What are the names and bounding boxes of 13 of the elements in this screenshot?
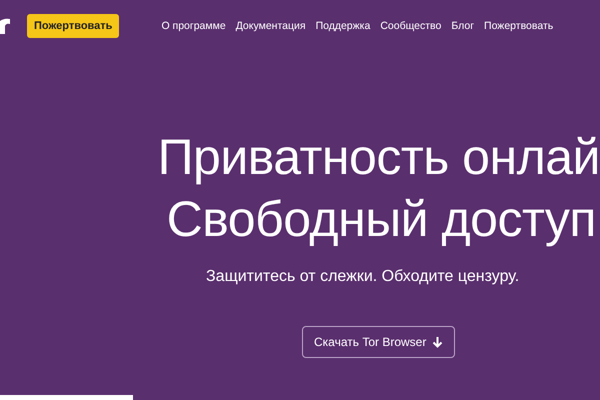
- headline: Приватность онлай: [158, 128, 600, 187]
- logo-icon: [0, 18, 10, 34]
- nav-link[interactable]: Блог: [451, 20, 474, 32]
- headline: Свободный доступ: [166, 190, 596, 249]
- nav-link[interactable]: Сообщество: [380, 20, 442, 32]
- download-button[interactable]: Скачать Tor Browser: [302, 326, 456, 358]
- nav-link[interactable]: Пожертвовать: [484, 20, 554, 32]
- donate-button[interactable]: Пожертвовать: [27, 14, 120, 38]
- nav-link[interactable]: Поддержка: [316, 20, 370, 32]
- nav-link[interactable]: Документация: [236, 20, 306, 32]
- subtitle: Защититесь от слежки. Обходите цензуру.: [206, 268, 520, 286]
- nav-link[interactable]: О программе: [161, 20, 226, 32]
- download-arrow-icon: [432, 336, 444, 348]
